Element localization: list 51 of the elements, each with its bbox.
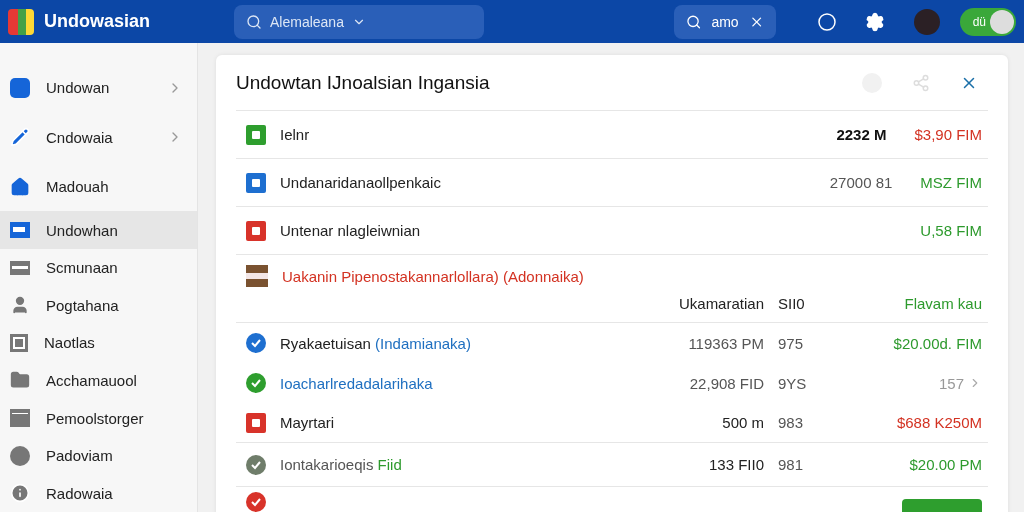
row-label: Undanaridanaollpenkaic — [280, 174, 442, 191]
row-value: U,58 FIM — [920, 222, 982, 239]
table-cell: 983 — [778, 414, 804, 431]
column-header: SII0 — [778, 295, 805, 312]
table-cell: 133 FII0 — [708, 456, 764, 473]
table-cell: $20.00d. FIM — [893, 334, 982, 352]
share-icon — [912, 73, 930, 92]
help-button[interactable] — [816, 10, 838, 33]
sidebar-item[interactable]: Cndowaia — [0, 112, 197, 162]
row-label: Ielnr — [280, 126, 311, 143]
settings-button[interactable] — [864, 10, 886, 33]
search-icon — [686, 13, 702, 30]
panel-title: Undowtan IJnoalsian Ingansia — [236, 71, 491, 94]
column-header: Flavam kau — [904, 295, 982, 312]
sidebar-item[interactable]: Madouah — [0, 161, 197, 212]
row-value: MSZ FIM — [920, 174, 982, 191]
sidebar-item[interactable]: Scmunaan — [0, 248, 197, 287]
search-field[interactable]: Alemaleana — [234, 4, 484, 39]
sidebar-item[interactable]: Radowaia — [0, 474, 197, 512]
circle-icon — [818, 12, 836, 31]
table-cell: 157 — [938, 374, 964, 392]
sidebar-item[interactable]: Padoviam — [0, 436, 197, 475]
row-label: Ryakaetuisan (Indamianaka) — [280, 334, 472, 352]
row-label: Uakanin Pipenostakannarlollara) (Adonnaika) — [282, 267, 585, 285]
sidebar-item[interactable]: Undowhan — [0, 211, 197, 249]
table-cell: 119363 PM — [688, 334, 764, 352]
row-value: $3,90 FIM — [914, 126, 982, 143]
column-header: Ukamaratian — [678, 295, 764, 312]
row-label: Untenar nlagleiwnian — [280, 222, 422, 239]
table-cell: 9YS — [778, 374, 807, 392]
app-logo — [8, 8, 34, 35]
table-cell: 500 m — [722, 414, 764, 431]
table-cell: 975 — [778, 334, 804, 352]
row-value: 27000 81 — [829, 174, 893, 191]
row-label: Mayrtari — [280, 414, 336, 431]
sidebar-item[interactable]: Acchamauool — [0, 361, 197, 400]
table-cell: 22,908 FID — [689, 374, 764, 392]
table-cell: $688 K250M — [896, 414, 982, 431]
sidebar-item[interactable]: Undowan — [0, 63, 197, 113]
row-value: 2232 M — [836, 126, 887, 143]
row-label: Iontakarioeqis Fiid — [280, 456, 403, 473]
app-title: Undowasian — [44, 11, 151, 32]
settings-icon — [865, 11, 885, 32]
row-label: Ioacharlredadalarihaka — [280, 374, 434, 392]
search-field[interactable]: amo — [674, 4, 776, 39]
sidebar-item[interactable]: Naotlas — [0, 324, 197, 362]
sidebar-item[interactable]: Pemoolstorger — [0, 399, 197, 437]
table-cell: $20.00 PM — [909, 456, 982, 473]
table-cell: 981 — [778, 456, 804, 473]
sidebar-item[interactable]: Pogtahana — [0, 286, 197, 325]
search-icon — [246, 13, 262, 30]
